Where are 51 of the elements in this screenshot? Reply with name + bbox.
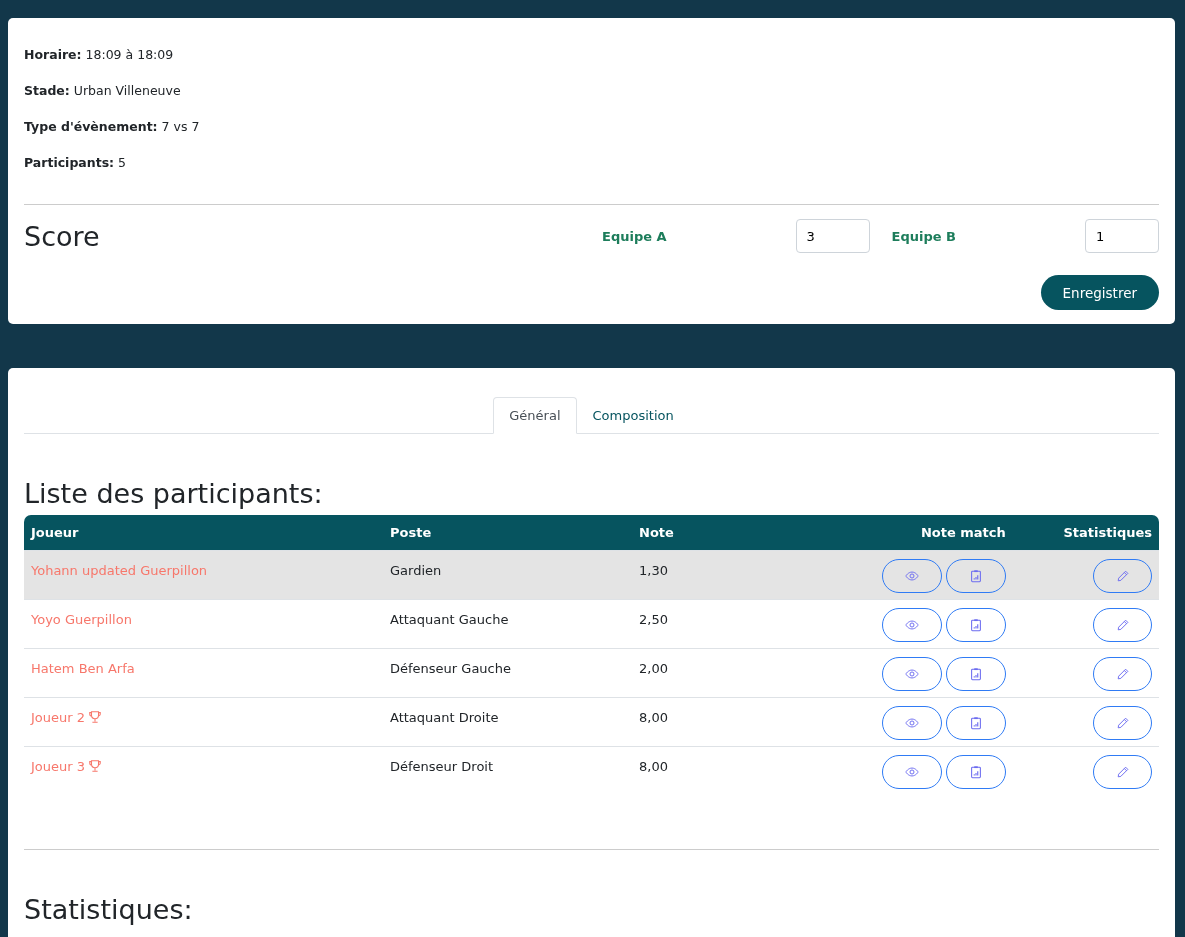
team-name: Equipe A [602, 228, 667, 244]
score-input[interactable]: 3 [795, 219, 870, 253]
section-title: Liste des participants: [24, 478, 324, 509]
column-header: Statistiques [1063, 525, 1152, 540]
clipboard-chart-icon [968, 618, 983, 632]
info-line: Type d'évènement: 7 vs 7 [24, 118, 201, 136]
tab[interactable]: Général [493, 397, 577, 434]
position-text: Défenseur Gauche [390, 661, 511, 676]
table-row[interactable]: Yohann updated Guerpillon Gardien 1,30 [24, 550, 1159, 600]
column-header: Note [639, 525, 674, 540]
info-line: Stade: Urban Villeneuve [24, 82, 182, 100]
note-text: 1,30 [639, 563, 668, 578]
position-text: Attaquant Droite [390, 710, 499, 725]
pencil-icon [1115, 667, 1130, 681]
save-button[interactable]: Enregistrer [1040, 275, 1159, 310]
column-header: Joueur [31, 525, 79, 540]
section-title: Statistiques: [24, 893, 194, 925]
info-line: Horaire: 18:09 à 18:09 [24, 46, 175, 64]
score-input[interactable]: 1 [1085, 219, 1159, 253]
position-text: Gardien [390, 563, 442, 578]
column-header: Poste [390, 525, 432, 540]
eye-icon [904, 765, 919, 779]
view-button[interactable] [881, 657, 942, 691]
position-text: Défenseur Droit [390, 759, 494, 774]
table-row[interactable]: Joueur 3 Défenseur Droit 8,00 [24, 746, 1159, 796]
clipboard-chart-icon [968, 765, 983, 779]
note-text: 2,00 [639, 661, 668, 676]
note-text: 2,50 [639, 612, 668, 627]
clipboard-chart-icon [968, 667, 983, 681]
edit-button[interactable] [1093, 559, 1152, 593]
score-title: Score [24, 220, 101, 252]
eye-icon [904, 618, 919, 632]
table-row[interactable]: Yoyo Guerpillon Attaquant Gauche 2,50 [24, 599, 1159, 649]
tab[interactable]: Composition [576, 397, 690, 434]
table-row[interactable]: Hatem Ben Arfa Défenseur Gauche 2,00 [24, 648, 1159, 698]
column-header: Note match [920, 525, 1006, 540]
note-text: 8,00 [639, 759, 668, 774]
pencil-icon [1115, 765, 1130, 779]
team-name: Equipe B [891, 228, 956, 244]
clipboard-chart-icon [968, 716, 983, 730]
pencil-icon [1115, 569, 1130, 583]
info-line: Participants: 5 [24, 154, 127, 172]
position-text: Attaquant Gauche [390, 612, 509, 627]
eye-icon [904, 716, 919, 730]
pencil-icon [1115, 716, 1130, 730]
note-text: 8,00 [639, 710, 668, 725]
clipboard-chart-icon [968, 569, 983, 583]
table-row[interactable]: Joueur 2 Attaquant Droite 8,00 [24, 697, 1159, 747]
eye-icon [904, 569, 919, 583]
eye-icon [904, 667, 919, 681]
pencil-icon [1115, 618, 1130, 632]
